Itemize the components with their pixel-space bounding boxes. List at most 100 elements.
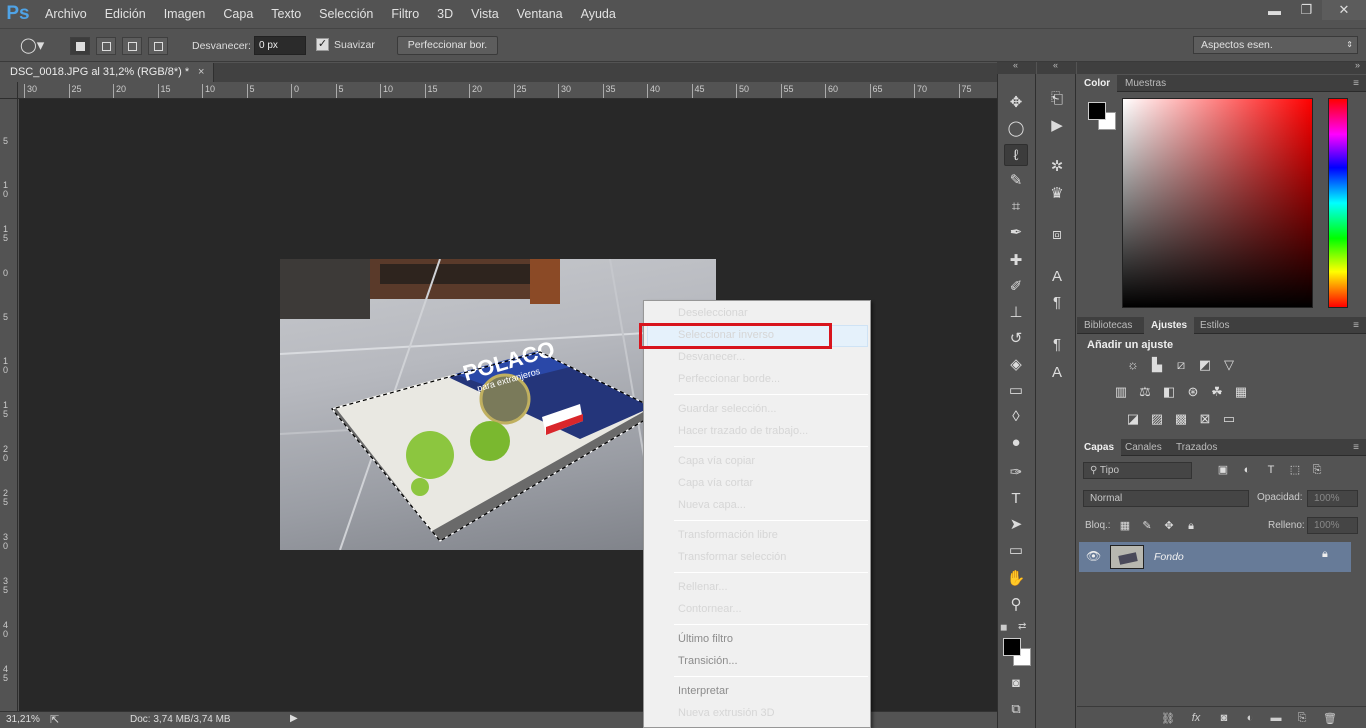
tab-color[interactable]: Color [1077, 75, 1118, 92]
stamp-tool-icon[interactable]: ⊥ [1004, 302, 1028, 324]
foreground-color-swatch[interactable] [1003, 638, 1021, 656]
path-selection-icon[interactable]: ➤ [1004, 514, 1028, 536]
filter-shape-icon[interactable]: ⬚ [1286, 462, 1304, 478]
hue-slider[interactable] [1328, 98, 1348, 308]
menu-texto[interactable]: Texto [262, 0, 310, 28]
threshold-icon[interactable]: ▩ [1172, 411, 1190, 427]
menu-3d[interactable]: 3D [428, 0, 462, 28]
color-panel-foreground-swatch[interactable] [1088, 102, 1106, 120]
minimize-button[interactable]: ▬ [1258, 0, 1291, 20]
levels-icon[interactable]: ▙ [1148, 357, 1166, 373]
context-menu-item[interactable]: Capa vía copiar [678, 450, 755, 472]
delete-layer-icon[interactable]: 🗑︎ [1322, 712, 1338, 725]
document-tab[interactable]: DSC_0018.JPG al 31,2% (RGB/8*) * [0, 63, 214, 82]
crop-tool-icon[interactable]: ⌗ [1004, 196, 1028, 218]
character-panel-icon[interactable]: A [1046, 266, 1068, 288]
vertical-ruler[interactable]: 5 10 15 0 5 10 15 20 25 30 35 40 45 [0, 99, 18, 711]
eraser-tool-icon[interactable]: ◈ [1004, 354, 1028, 376]
swap-colors-icon[interactable]: ⇄ [1018, 621, 1026, 632]
add-mask-icon[interactable]: ◙ [1216, 712, 1232, 724]
rectangle-tool-icon[interactable]: ▭ [1004, 540, 1028, 562]
tab-capas[interactable]: Capas [1077, 439, 1122, 456]
menu-imagen[interactable]: Imagen [155, 0, 215, 28]
blend-mode-select[interactable]: Normal [1083, 490, 1249, 507]
menu-capa[interactable]: Capa [214, 0, 262, 28]
context-menu-item[interactable]: Transformación libre [678, 524, 778, 546]
move-tool-icon[interactable]: ✥ [1004, 92, 1028, 114]
lock-transparent-icon[interactable]: ▦ [1116, 518, 1134, 534]
properties-panel-icon[interactable]: ⧈ [1046, 224, 1068, 246]
context-menu-item[interactable]: Hacer trazado de trabajo... [678, 420, 808, 442]
history-panel-icon[interactable]: ⎗ [1046, 88, 1068, 110]
intersect-selection-button[interactable] [148, 37, 168, 55]
new-adjustment-icon[interactable]: ◐ [1242, 712, 1258, 724]
new-layer-icon[interactable]: ⎘ [1294, 712, 1310, 725]
color-lookup-icon[interactable]: ▦ [1232, 384, 1250, 400]
filter-adjust-icon[interactable]: ◐ [1238, 462, 1256, 478]
eyedropper-tool-icon[interactable]: ✒ [1004, 222, 1028, 244]
link-layers-icon[interactable]: ⛓ [1160, 712, 1176, 725]
blur-tool-icon[interactable]: ◊ [1004, 406, 1028, 428]
brush-tool-icon[interactable]: ✐ [1004, 276, 1028, 298]
brush-panel-icon[interactable]: ✲ [1046, 156, 1068, 178]
play-arrow-icon[interactable]: ▶ [290, 713, 298, 724]
share-icon[interactable]: ⇱ [50, 713, 59, 726]
fill-input[interactable]: 100% [1307, 517, 1358, 534]
posterize-icon[interactable]: ▨ [1148, 411, 1166, 427]
menu-ventana[interactable]: Ventana [508, 0, 572, 28]
tab-muestras[interactable]: Muestras [1118, 75, 1173, 92]
hand-tool-icon[interactable]: ✋ [1004, 568, 1028, 590]
layers-panel-menu-icon[interactable]: ≡ [1346, 439, 1366, 456]
fade-input[interactable]: 0 px [254, 36, 306, 55]
opacity-input[interactable]: 100% [1307, 490, 1358, 507]
tab-canales[interactable]: Canales [1118, 439, 1169, 456]
healing-brush-icon[interactable]: ✚ [1004, 250, 1028, 272]
menu-vista[interactable]: Vista [462, 0, 508, 28]
context-menu-item[interactable]: Deseleccionar [678, 302, 748, 324]
zoom-level[interactable]: 31,21% [6, 714, 40, 725]
tab-trazados[interactable]: Trazados [1169, 439, 1224, 456]
tools-panel-header[interactable]: « [997, 60, 1036, 74]
panel-menu-icon[interactable]: ≡ [1346, 75, 1366, 92]
hue-saturation-icon[interactable]: ▥ [1112, 384, 1130, 400]
screen-mode-icon[interactable]: ⧉ [1004, 698, 1028, 720]
brightness-icon[interactable]: ☼ [1124, 357, 1142, 373]
right-panels-header[interactable]: » [1077, 60, 1366, 74]
new-group-icon[interactable]: ▬ [1268, 712, 1284, 724]
menu-seleccion[interactable]: Selección [310, 0, 382, 28]
color-spectrum-field[interactable] [1122, 98, 1313, 308]
ruler-origin[interactable] [0, 82, 18, 99]
quick-selection-tool-icon[interactable]: ✎ [1004, 170, 1028, 192]
actions-panel-icon[interactable]: ▶ [1046, 115, 1068, 137]
smooth-checkbox[interactable]: ✓ [316, 38, 329, 51]
tab-ajustes[interactable]: Ajustes [1144, 317, 1195, 334]
context-menu-item[interactable]: Nueva capa... [678, 494, 746, 516]
vibrance-icon[interactable]: ▽ [1220, 357, 1238, 373]
context-menu-item[interactable]: Nueva extrusión 3D [678, 702, 775, 724]
selective-color-icon[interactable]: ⊠ [1196, 411, 1214, 427]
context-menu-item[interactable]: Guardar selección... [678, 398, 776, 420]
add-selection-button[interactable] [96, 37, 116, 55]
context-menu-item[interactable]: Capa vía cortar [678, 472, 753, 494]
refine-edge-button[interactable]: Perfeccionar bor. [397, 36, 498, 55]
new-selection-button[interactable] [70, 37, 90, 55]
layer-style-icon[interactable]: fx [1188, 712, 1204, 724]
close-tab-icon[interactable]: × [198, 63, 204, 82]
default-colors-icon[interactable]: ◼ [1000, 622, 1007, 633]
gradient-map-icon[interactable]: ▭ [1220, 411, 1238, 427]
menu-ayuda[interactable]: Ayuda [572, 0, 625, 28]
filter-type-icon[interactable]: T [1262, 462, 1280, 478]
zoom-tool-icon[interactable]: ⚲ [1004, 594, 1028, 616]
channel-mixer-icon[interactable]: ☘ [1208, 384, 1226, 400]
history-brush-icon[interactable]: ↺ [1004, 328, 1028, 350]
context-menu-item[interactable]: Contornear... [678, 598, 742, 620]
menu-filtro[interactable]: Filtro [382, 0, 428, 28]
context-menu-item[interactable]: Rellenar... [678, 576, 728, 598]
filter-smart-icon[interactable]: ⎘ [1308, 462, 1326, 478]
workspace-select[interactable]: Aspectos esen. ⇕ [1193, 36, 1358, 54]
paragraph-panel-icon[interactable]: ¶ [1046, 292, 1068, 314]
marquee-tool-icon[interactable]: ◯ [1004, 118, 1028, 140]
context-menu-item[interactable]: Desvanecer... [678, 346, 745, 368]
brush-presets-icon[interactable]: ♛ [1046, 183, 1068, 205]
photo-filter-icon[interactable]: ⊛ [1184, 384, 1202, 400]
